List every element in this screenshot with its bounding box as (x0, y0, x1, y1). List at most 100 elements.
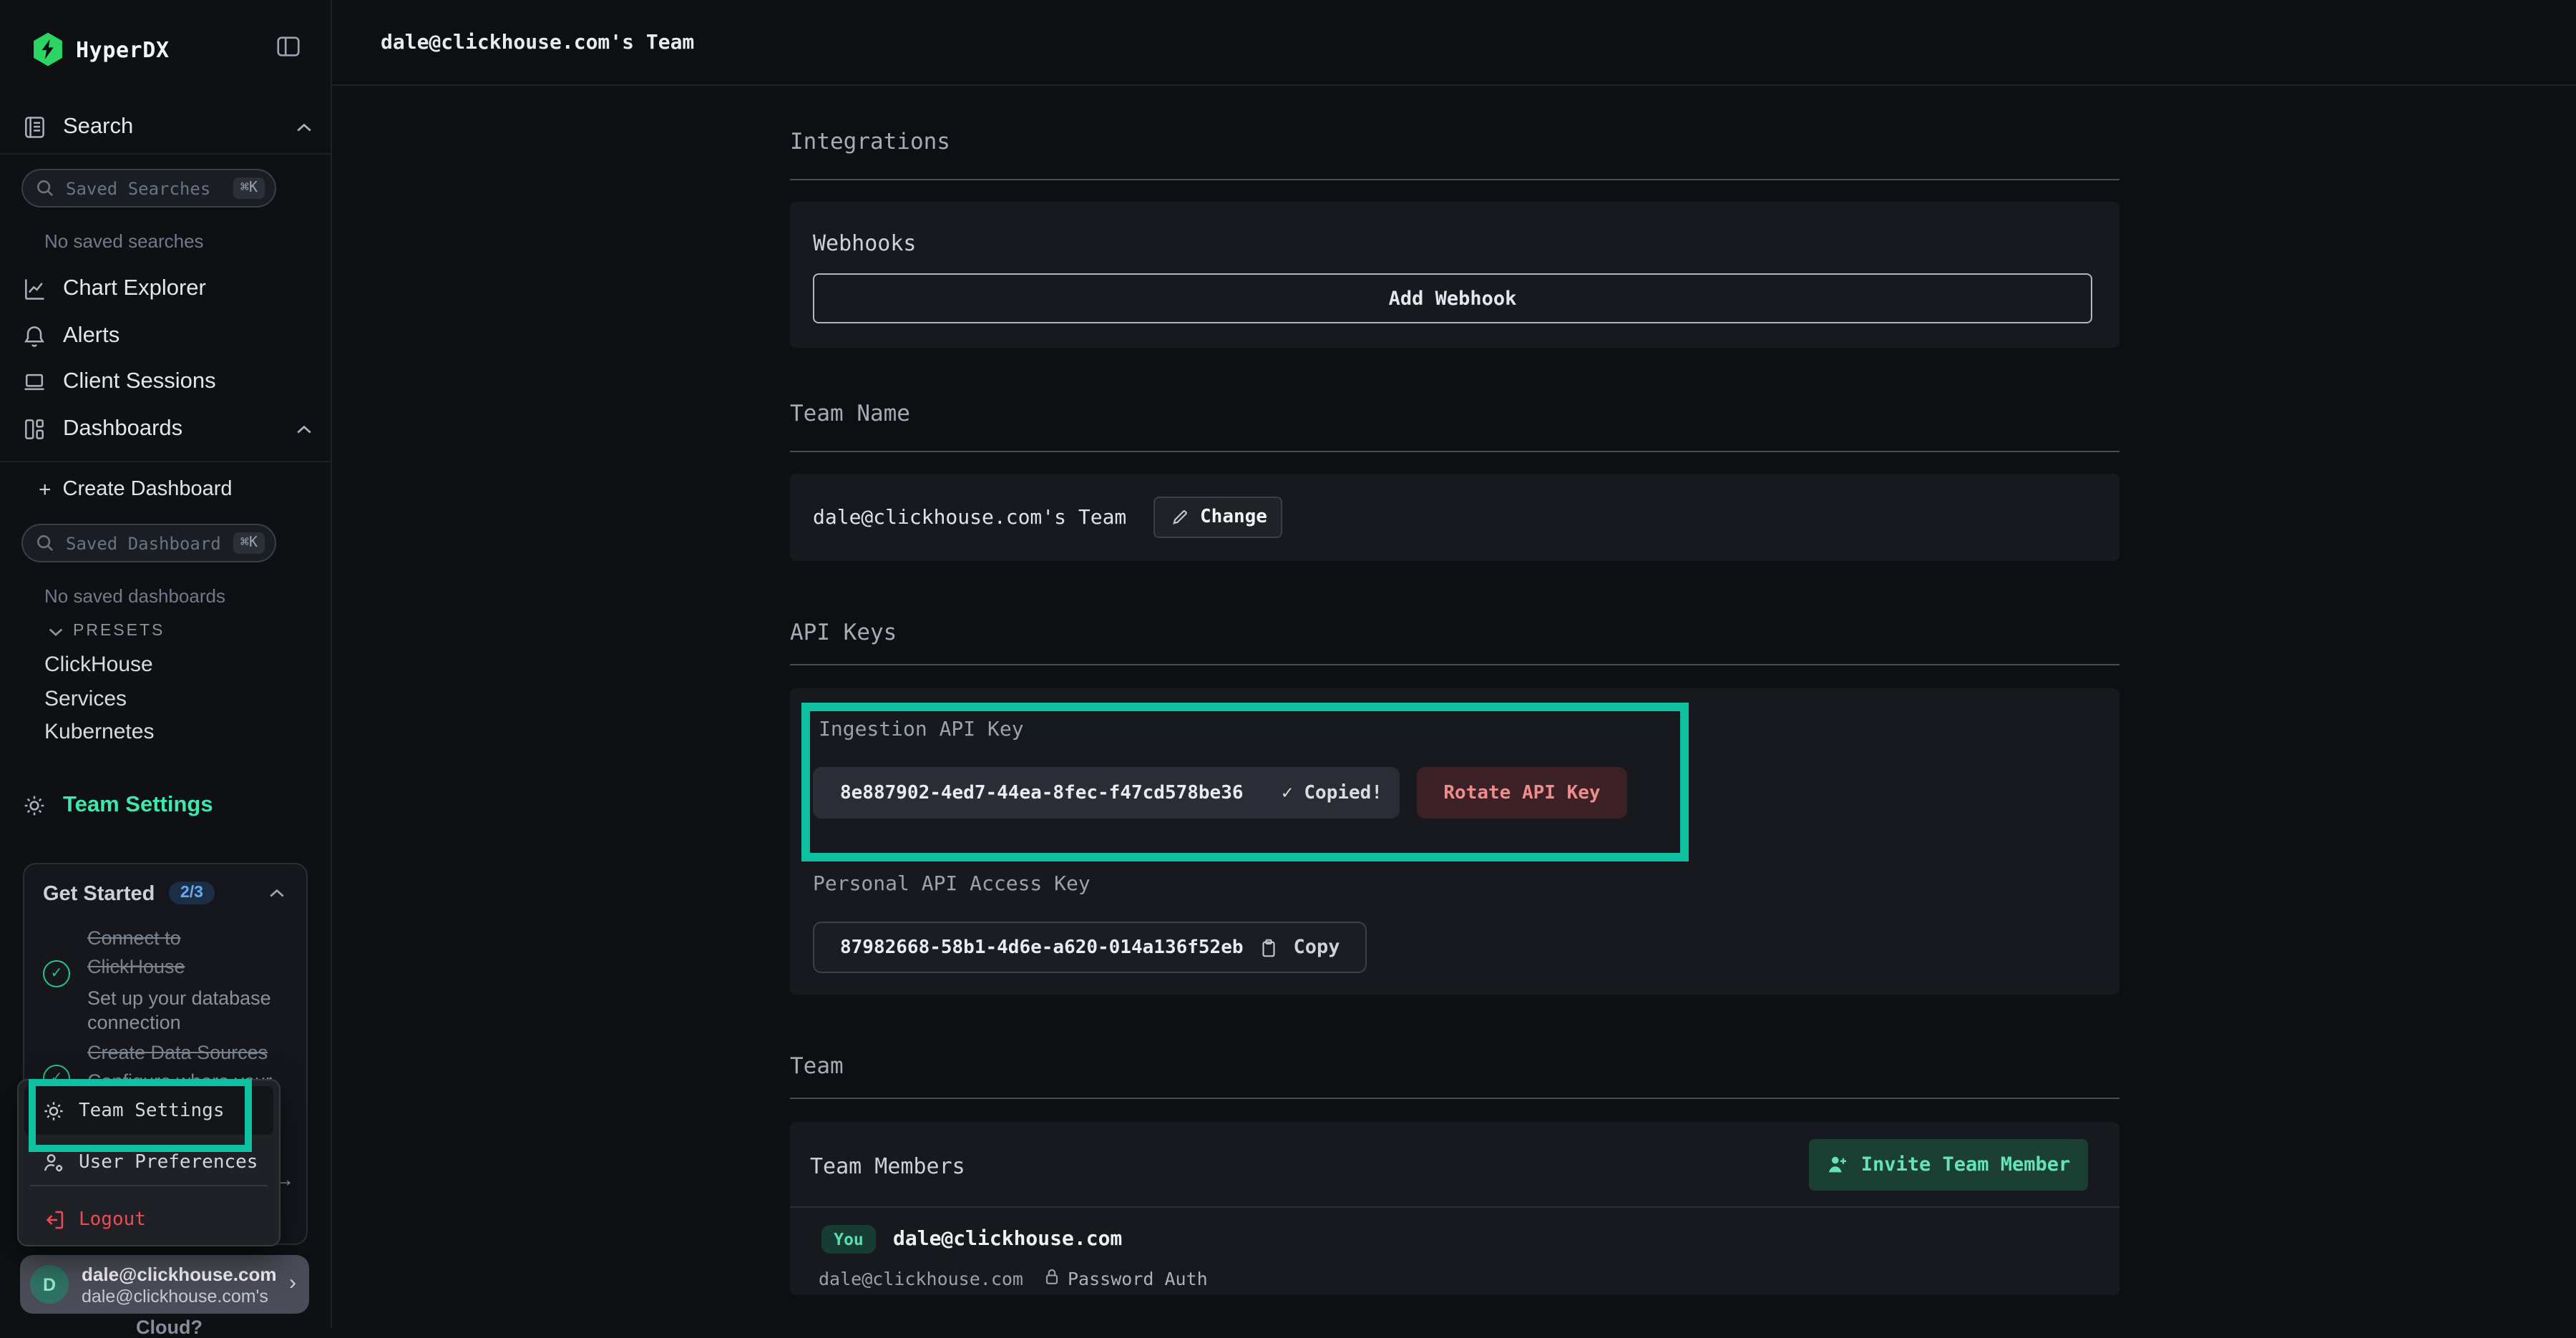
section-divider (790, 664, 2119, 665)
create-dashboard-button[interactable]: + Create Dashboard (39, 472, 233, 507)
get-started-item-subtitle: Set up your database connection (87, 986, 291, 1035)
sidebar-divider (0, 461, 331, 462)
chevron-down-icon (49, 626, 63, 636)
personal-api-key-value: 87982668-58b1-4d6e-a620-014a136f52eb (840, 937, 1244, 958)
get-started-progress-badge: 2/3 (169, 882, 215, 904)
laptop-icon (21, 369, 47, 395)
section-divider (790, 179, 2119, 180)
saved-searches-field[interactable] (63, 177, 225, 200)
shortcut-badge: ⌘K (233, 532, 265, 554)
lock-icon (1042, 1266, 1062, 1286)
change-label: Change (1200, 507, 1267, 528)
pencil-icon (1169, 507, 1190, 528)
chevron-up-icon (296, 424, 312, 434)
user-subtitle: dale@clickhouse.com's (82, 1286, 268, 1307)
webhooks-label: Webhooks (813, 230, 917, 256)
gear-icon (42, 1098, 66, 1123)
sidebar-item-team-settings[interactable]: Team Settings (0, 787, 331, 824)
copied-indicator: ✓ Copied! (1282, 782, 1382, 804)
person-plus-icon (1827, 1153, 1850, 1176)
user-name: dale@clickhouse.com (82, 1264, 276, 1285)
avatar: D (30, 1265, 69, 1304)
get-started-item-title[interactable]: Connect to ClickHouse (87, 924, 276, 982)
menu-divider (30, 1185, 268, 1186)
page-header: dale@clickhouse.com's Team (331, 0, 2576, 86)
sidebar-item-label: Dashboards (63, 416, 182, 442)
saved-dashboards-field[interactable] (63, 532, 225, 555)
plus-icon: + (39, 477, 52, 502)
menu-item-user-preferences[interactable]: User Preferences (24, 1138, 273, 1186)
rotate-api-key-label: Rotate API Key (1443, 782, 1600, 804)
menu-label: User Preferences (79, 1151, 258, 1173)
app-screen: HyperDX Search ⌘ (0, 0, 2576, 1328)
clipped-bottom-text: Cloud? (136, 1317, 203, 1338)
sidebar-item-label: Alerts (63, 323, 119, 349)
section-title-team-name: Team Name (790, 401, 910, 426)
card-divider (790, 1206, 2119, 1208)
section-title-integrations: Integrations (790, 129, 950, 155)
rotate-api-key-button[interactable]: Rotate API Key (1417, 767, 1627, 819)
add-webhook-button[interactable]: Add Webhook (813, 273, 2092, 323)
ingestion-api-key-chip[interactable]: 8e887902-4ed7-44ea-8fec-f47cd578be36 ✓ C… (813, 767, 1400, 819)
search-icon (36, 534, 54, 552)
sidebar-item-dashboards[interactable]: Dashboards (0, 411, 331, 448)
preset-services[interactable]: Services (44, 687, 127, 711)
personal-api-key-chip[interactable]: 87982668-58b1-4d6e-a620-014a136f52eb Cop… (813, 922, 1367, 973)
copy-button[interactable]: Copy (1294, 936, 1340, 959)
personal-api-key-label: Personal API Access Key (813, 873, 1091, 896)
sidebar-item-alerts[interactable]: Alerts (0, 318, 331, 355)
preset-clickhouse[interactable]: ClickHouse (44, 653, 153, 677)
chart-icon (21, 276, 47, 302)
saved-dashboards-input[interactable]: ⌘K (21, 524, 276, 562)
journal-search-icon (21, 114, 47, 140)
you-badge: You (821, 1225, 876, 1254)
gear-icon (21, 793, 47, 819)
logout-icon (42, 1207, 66, 1231)
page-title: dale@clickhouse.com's Team (381, 31, 694, 54)
saved-searches-input[interactable]: ⌘K (21, 169, 276, 207)
dashboard-grid-icon (21, 416, 47, 442)
invite-team-member-label: Invite Team Member (1861, 1153, 2071, 1176)
collapse-sidebar-icon[interactable] (275, 33, 302, 60)
ingestion-api-key-label: Ingestion API Key (819, 718, 1024, 741)
member-email: dale@clickhouse.com (819, 1268, 1023, 1289)
invite-team-member-button[interactable]: Invite Team Member (1809, 1139, 2088, 1191)
presets-toggle[interactable]: PRESETS (49, 620, 165, 643)
menu-item-logout[interactable]: Logout (24, 1195, 273, 1244)
sidebar-item-chart-explorer[interactable]: Chart Explorer (0, 270, 331, 308)
hyperdx-logo-icon (31, 31, 64, 67)
sidebar-team-settings-label: Team Settings (63, 793, 213, 819)
sidebar-section-search[interactable]: Search (0, 109, 331, 146)
menu-item-team-settings[interactable]: Team Settings (24, 1086, 273, 1135)
section-title-api-keys: API Keys (790, 620, 897, 645)
ingestion-api-key-value: 8e887902-4ed7-44ea-8fec-f47cd578be36 (840, 782, 1244, 804)
section-divider (790, 451, 2119, 452)
user-gear-icon (42, 1150, 66, 1174)
sidebar-item-client-sessions[interactable]: Client Sessions (0, 363, 331, 401)
chevron-up-icon (296, 122, 312, 132)
change-team-name-button[interactable]: Change (1153, 497, 1282, 538)
account-popup-menu: Team Settings User Preferences Logout (17, 1079, 280, 1246)
section-title-team: Team (790, 1053, 844, 1079)
create-dashboard-label: Create Dashboard (63, 478, 233, 501)
add-webhook-label: Add Webhook (1389, 287, 1517, 310)
member-name: dale@clickhouse.com (893, 1228, 1122, 1251)
bell-icon (21, 323, 47, 349)
shortcut-badge: ⌘K (233, 177, 265, 199)
preset-kubernetes[interactable]: Kubernetes (44, 720, 154, 744)
get-started-title: Get Started (43, 883, 155, 906)
section-divider (790, 1098, 2119, 1099)
team-members-label: Team Members (810, 1153, 965, 1179)
chevron-right-icon: › (289, 1271, 296, 1295)
chevron-up-icon[interactable] (269, 889, 285, 899)
check-circle-icon: ✓ (43, 960, 70, 987)
member-auth-type: Password Auth (1068, 1268, 1208, 1289)
sidebar-divider (0, 153, 331, 155)
no-saved-searches-text: No saved searches (44, 230, 204, 252)
get-started-item-title[interactable]: Create Data Sources (87, 1039, 316, 1068)
clipboard-icon (1258, 937, 1279, 958)
user-account-chip[interactable]: D dale@clickhouse.com dale@clickhouse.co… (20, 1255, 309, 1314)
brand-title: HyperDX (76, 37, 170, 63)
menu-label: Logout (79, 1208, 146, 1230)
menu-label: Team Settings (79, 1100, 225, 1121)
